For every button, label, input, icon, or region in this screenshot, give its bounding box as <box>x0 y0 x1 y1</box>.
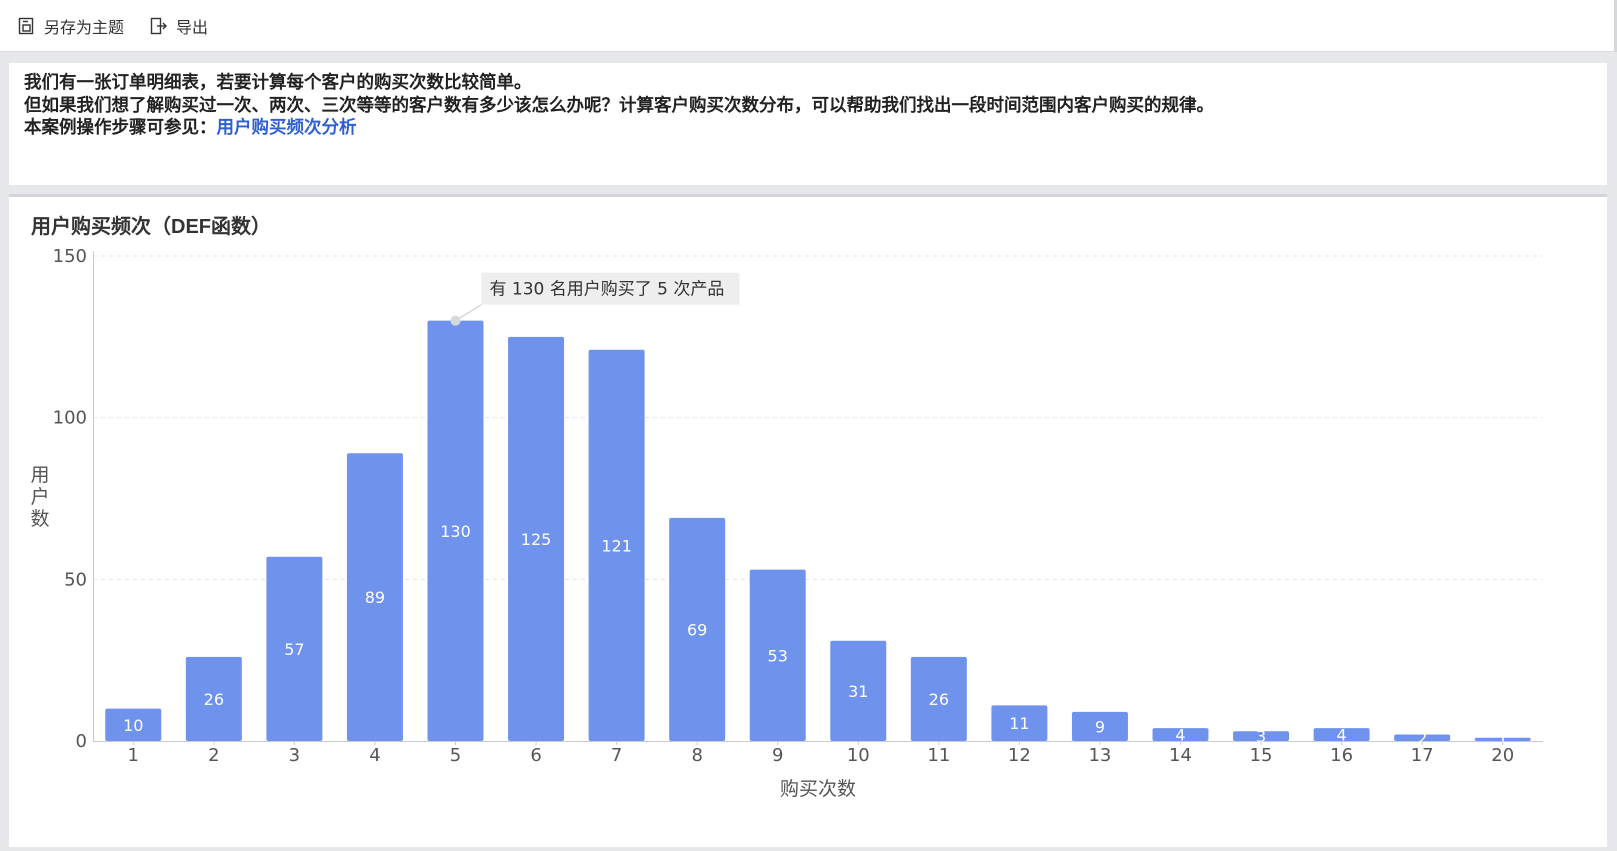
x-tick-label: 12 <box>1008 745 1031 766</box>
bar-data-label: 57 <box>284 640 304 659</box>
save-theme-icon <box>18 17 34 34</box>
bar-data-label: 53 <box>768 646 788 665</box>
x-tick-label: 7 <box>611 745 622 766</box>
x-tick-label: 3 <box>289 745 300 766</box>
x-tick-label: 14 <box>1169 745 1192 766</box>
intro-panel: 我们有一张订单明细表，若要计算每个客户的购买次数比较简单。 但如果我们想了解购买… <box>9 63 1607 185</box>
x-tick-label: 6 <box>530 745 541 766</box>
x-tick-label: 8 <box>691 745 702 766</box>
bar-data-label: 69 <box>687 620 707 639</box>
bar-data-label: 11 <box>1009 714 1029 733</box>
x-tick-label: 11 <box>927 745 950 766</box>
y-tick-label: 100 <box>53 408 87 429</box>
export-label: 导出 <box>176 17 209 37</box>
tooltip-anchor-dot <box>450 315 461 326</box>
x-tick-label: 16 <box>1330 745 1353 766</box>
x-tick-label: 10 <box>847 745 870 766</box>
bar-chart: 050100150用户数1012625738941305125612176985… <box>30 246 1543 800</box>
bar-data-label: 121 <box>601 536 632 555</box>
y-tick-label: 0 <box>76 731 87 752</box>
intro-line-2: 但如果我们想了解购买过一次、两次、三次等等的客户数有多少该怎么办呢？计算客户购买… <box>24 94 1214 115</box>
bar-data-label: 89 <box>365 588 385 607</box>
x-tick-label: 15 <box>1250 745 1273 766</box>
intro-line-1: 我们有一张订单明细表，若要计算每个客户的购买次数比较简单。 <box>24 72 532 92</box>
export-icon <box>150 17 168 34</box>
bar-data-label: 31 <box>848 682 868 701</box>
x-tick-label: 4 <box>369 745 380 766</box>
bar-data-label: 10 <box>123 716 143 735</box>
x-tick-label: 2 <box>208 745 219 766</box>
intro-reference-prefix: 本案例操作步骤可参见： <box>24 117 217 137</box>
x-tick-label: 17 <box>1411 745 1434 766</box>
save-theme-label: 另存为主题 <box>44 17 125 37</box>
x-tick-label: 1 <box>128 745 139 766</box>
page-scrollbar[interactable] <box>1607 52 1617 851</box>
export-button[interactable]: 导出 <box>150 14 208 38</box>
bar-data-label: 26 <box>929 690 949 709</box>
y-tick-label: 150 <box>53 246 87 267</box>
bar-data-label: 130 <box>440 522 471 541</box>
chart-card: 用户购买频次（DEF函数） 0 50 100 150 用户数 10 1 26 2 57 3 89 4 13… <box>9 194 1607 847</box>
y-tick-label: 50 <box>64 569 87 590</box>
y-axis-label: 用户数 <box>30 464 49 530</box>
intro-line-3: 本案例操作步骤可参见：用户购买频次分析 <box>24 116 1592 139</box>
bar-data-label: 26 <box>204 690 224 709</box>
x-axis-label: 购买次数 <box>780 778 856 800</box>
tooltip-text: 有 130 名用户购买了 5 次产品 <box>490 280 725 300</box>
bar-data-label: 125 <box>521 530 552 549</box>
x-tick-label: 9 <box>772 745 783 766</box>
x-tick-label: 5 <box>450 745 461 766</box>
toolbar: 另存为主题 导出 <box>0 0 1617 52</box>
x-tick-label: 13 <box>1088 745 1111 766</box>
bar-data-label: 9 <box>1095 717 1105 736</box>
x-tick-label: 20 <box>1491 745 1514 766</box>
tutorial-link[interactable]: 用户购买频次分析 <box>217 117 357 137</box>
save-theme-button[interactable]: 另存为主题 <box>18 14 124 38</box>
